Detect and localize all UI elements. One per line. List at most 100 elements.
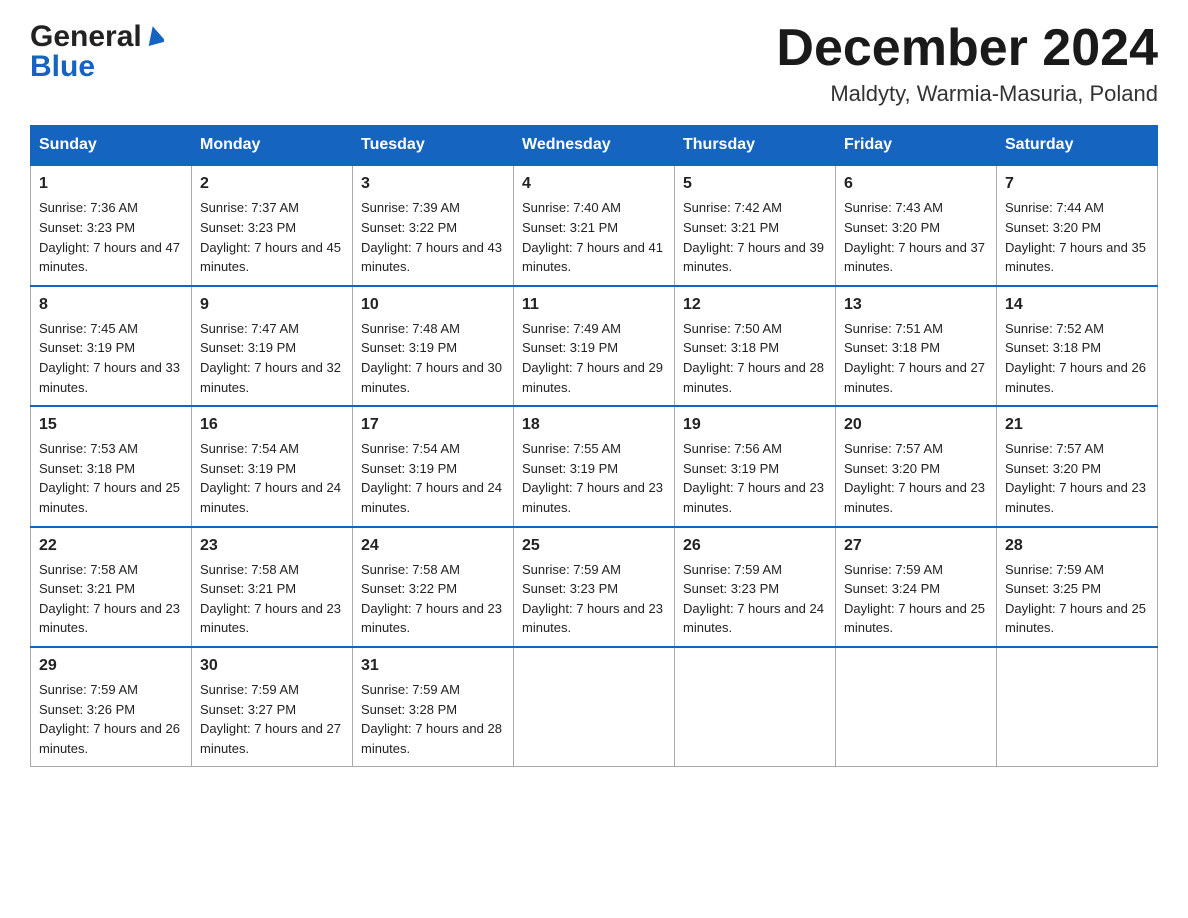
calendar-cell: 16Sunrise: 7:54 AMSunset: 3:19 PMDayligh… <box>192 406 353 526</box>
month-title: December 2024 <box>776 20 1158 77</box>
title-block: December 2024 Maldyty, Warmia-Masuria, P… <box>776 20 1158 107</box>
day-number: 5 <box>683 172 827 195</box>
calendar-cell <box>997 647 1158 767</box>
location-subtitle: Maldyty, Warmia-Masuria, Poland <box>776 81 1158 107</box>
calendar-cell: 23 Sunrise: 7:58 AMSunset: 3:21 PMDayligh… <box>192 527 353 647</box>
calendar-table: SundayMondayTuesdayWednesdayThursdayFrid… <box>30 125 1158 767</box>
calendar-cell: 27 Sunrise: 7:59 AMSunset: 3:24 PMDayligh… <box>836 527 997 647</box>
day-info: Sunrise: 7:59 AMSunset: 3:23 PMDaylight:… <box>683 562 824 636</box>
calendar-cell: 6Sunrise: 7:43 AMSunset: 3:20 PMDaylight… <box>836 165 997 285</box>
calendar-cell: 20Sunrise: 7:57 AMSunset: 3:20 PMDayligh… <box>836 406 997 526</box>
day-number: 12 <box>683 293 827 316</box>
day-number: 4 <box>522 172 666 195</box>
day-number: 21 <box>1005 413 1149 436</box>
week-row-3: 15 Sunrise: 7:53 AMSunset: 3:18 PMDayligh… <box>31 406 1158 526</box>
day-number: 22 <box>39 534 183 557</box>
day-number: 31 <box>361 654 505 677</box>
day-number: 14 <box>1005 293 1149 316</box>
day-number: 17 <box>361 413 505 436</box>
day-number: 30 <box>200 654 344 677</box>
calendar-cell: 26 Sunrise: 7:59 AMSunset: 3:23 PMDayligh… <box>675 527 836 647</box>
calendar-cell: 24 Sunrise: 7:58 AMSunset: 3:22 PMDayligh… <box>353 527 514 647</box>
logo-blue: Blue <box>30 50 95 84</box>
day-number: 11 <box>522 293 666 316</box>
day-number: 20 <box>844 413 988 436</box>
day-number: 18 <box>522 413 666 436</box>
calendar-cell: 5 Sunrise: 7:42 AMSunset: 3:21 PMDaylight… <box>675 165 836 285</box>
calendar-cell: 25 Sunrise: 7:59 AMSunset: 3:23 PMDayligh… <box>514 527 675 647</box>
col-header-sunday: Sunday <box>31 126 192 166</box>
week-row-1: 1 Sunrise: 7:36 AMSunset: 3:23 PMDaylight… <box>31 165 1158 285</box>
day-info: Sunrise: 7:59 AMSunset: 3:28 PMDaylight:… <box>361 682 502 756</box>
calendar-cell: 2 Sunrise: 7:37 AMSunset: 3:23 PMDaylight… <box>192 165 353 285</box>
calendar-cell: 22 Sunrise: 7:58 AMSunset: 3:21 PMDayligh… <box>31 527 192 647</box>
day-number: 1 <box>39 172 183 195</box>
day-info: Sunrise: 7:59 AMSunset: 3:23 PMDaylight:… <box>522 562 663 636</box>
calendar-cell: 12 Sunrise: 7:50 AMSunset: 3:18 PMDayligh… <box>675 286 836 406</box>
day-info: Sunrise: 7:37 AMSunset: 3:23 PMDaylight:… <box>200 200 341 274</box>
day-info: Sunrise: 7:55 AMSunset: 3:19 PMDaylight:… <box>522 441 663 515</box>
day-info: Sunrise: 7:48 AMSunset: 3:19 PMDaylight:… <box>361 321 502 395</box>
col-header-thursday: Thursday <box>675 126 836 166</box>
calendar-cell: 10Sunrise: 7:48 AMSunset: 3:19 PMDayligh… <box>353 286 514 406</box>
calendar-cell: 7Sunrise: 7:44 AMSunset: 3:20 PMDaylight… <box>997 165 1158 285</box>
page-header: General Blue December 2024 Maldyty, Warm… <box>30 20 1158 107</box>
calendar-cell: 15 Sunrise: 7:53 AMSunset: 3:18 PMDayligh… <box>31 406 192 526</box>
calendar-cell: 14 Sunrise: 7:52 AMSunset: 3:18 PMDayligh… <box>997 286 1158 406</box>
col-header-wednesday: Wednesday <box>514 126 675 166</box>
week-row-5: 29 Sunrise: 7:59 AMSunset: 3:26 PMDayligh… <box>31 647 1158 767</box>
calendar-cell <box>675 647 836 767</box>
day-info: Sunrise: 7:40 AMSunset: 3:21 PMDaylight:… <box>522 200 663 274</box>
day-number: 27 <box>844 534 988 557</box>
day-info: Sunrise: 7:39 AMSunset: 3:22 PMDaylight:… <box>361 200 502 274</box>
day-info: Sunrise: 7:59 AMSunset: 3:26 PMDaylight:… <box>39 682 180 756</box>
day-number: 3 <box>361 172 505 195</box>
logo: General Blue <box>30 20 164 84</box>
day-number: 15 <box>39 413 183 436</box>
day-number: 26 <box>683 534 827 557</box>
calendar-cell: 29 Sunrise: 7:59 AMSunset: 3:26 PMDayligh… <box>31 647 192 767</box>
day-info: Sunrise: 7:57 AMSunset: 3:20 PMDaylight:… <box>1005 441 1146 515</box>
calendar-cell: 9 Sunrise: 7:47 AMSunset: 3:19 PMDaylight… <box>192 286 353 406</box>
day-number: 24 <box>361 534 505 557</box>
day-number: 29 <box>39 654 183 677</box>
day-info: Sunrise: 7:42 AMSunset: 3:21 PMDaylight:… <box>683 200 824 274</box>
day-info: Sunrise: 7:59 AMSunset: 3:24 PMDaylight:… <box>844 562 985 636</box>
day-info: Sunrise: 7:52 AMSunset: 3:18 PMDaylight:… <box>1005 321 1146 395</box>
day-info: Sunrise: 7:50 AMSunset: 3:18 PMDaylight:… <box>683 321 824 395</box>
day-info: Sunrise: 7:47 AMSunset: 3:19 PMDaylight:… <box>200 321 341 395</box>
day-info: Sunrise: 7:36 AMSunset: 3:23 PMDaylight:… <box>39 200 180 274</box>
calendar-cell: 8 Sunrise: 7:45 AMSunset: 3:19 PMDaylight… <box>31 286 192 406</box>
day-info: Sunrise: 7:44 AMSunset: 3:20 PMDaylight:… <box>1005 200 1146 274</box>
calendar-cell: 1 Sunrise: 7:36 AMSunset: 3:23 PMDaylight… <box>31 165 192 285</box>
calendar-cell: 19Sunrise: 7:56 AMSunset: 3:19 PMDayligh… <box>675 406 836 526</box>
day-number: 9 <box>200 293 344 316</box>
calendar-cell: 17 Sunrise: 7:54 AMSunset: 3:19 PMDayligh… <box>353 406 514 526</box>
day-number: 23 <box>200 534 344 557</box>
calendar-cell: 30Sunrise: 7:59 AMSunset: 3:27 PMDayligh… <box>192 647 353 767</box>
col-header-monday: Monday <box>192 126 353 166</box>
col-header-friday: Friday <box>836 126 997 166</box>
day-info: Sunrise: 7:58 AMSunset: 3:21 PMDaylight:… <box>200 562 341 636</box>
day-number: 19 <box>683 413 827 436</box>
day-info: Sunrise: 7:54 AMSunset: 3:19 PMDaylight:… <box>361 441 502 515</box>
day-info: Sunrise: 7:43 AMSunset: 3:20 PMDaylight:… <box>844 200 985 274</box>
day-info: Sunrise: 7:53 AMSunset: 3:18 PMDaylight:… <box>39 441 180 515</box>
day-info: Sunrise: 7:58 AMSunset: 3:21 PMDaylight:… <box>39 562 180 636</box>
day-number: 2 <box>200 172 344 195</box>
day-info: Sunrise: 7:51 AMSunset: 3:18 PMDaylight:… <box>844 321 985 395</box>
day-number: 16 <box>200 413 344 436</box>
calendar-cell: 31 Sunrise: 7:59 AMSunset: 3:28 PMDayligh… <box>353 647 514 767</box>
calendar-cell: 21 Sunrise: 7:57 AMSunset: 3:20 PMDayligh… <box>997 406 1158 526</box>
calendar-cell: 11 Sunrise: 7:49 AMSunset: 3:19 PMDayligh… <box>514 286 675 406</box>
calendar-cell: 18 Sunrise: 7:55 AMSunset: 3:19 PMDayligh… <box>514 406 675 526</box>
week-row-2: 8 Sunrise: 7:45 AMSunset: 3:19 PMDaylight… <box>31 286 1158 406</box>
day-info: Sunrise: 7:45 AMSunset: 3:19 PMDaylight:… <box>39 321 180 395</box>
day-info: Sunrise: 7:49 AMSunset: 3:19 PMDaylight:… <box>522 321 663 395</box>
day-number: 25 <box>522 534 666 557</box>
day-info: Sunrise: 7:58 AMSunset: 3:22 PMDaylight:… <box>361 562 502 636</box>
day-number: 13 <box>844 293 988 316</box>
day-number: 8 <box>39 293 183 316</box>
calendar-header-row: SundayMondayTuesdayWednesdayThursdayFrid… <box>31 126 1158 166</box>
day-number: 28 <box>1005 534 1149 557</box>
